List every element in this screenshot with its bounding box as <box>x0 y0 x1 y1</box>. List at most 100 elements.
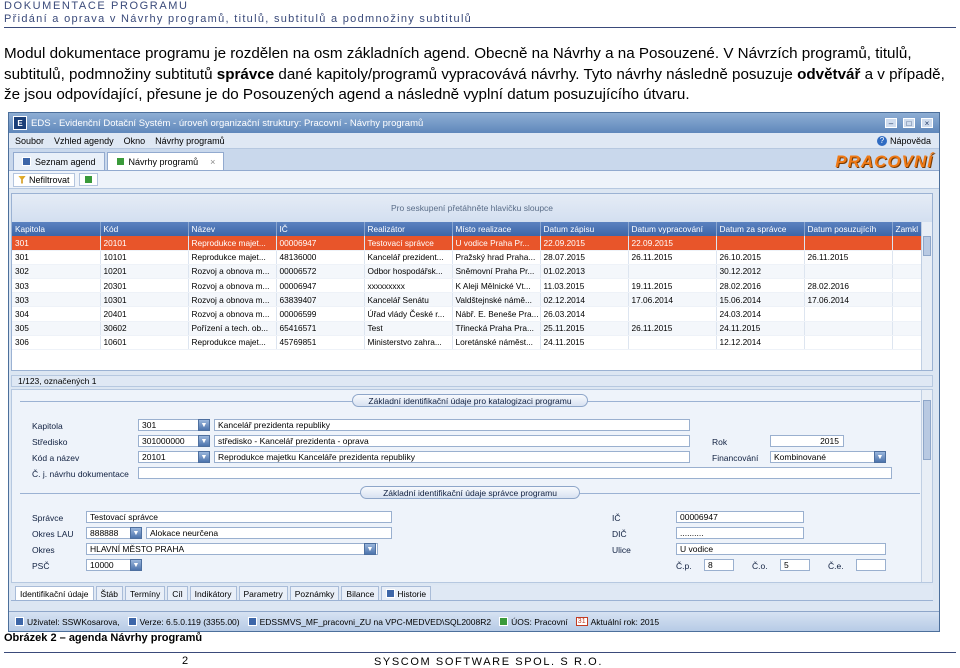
table-cell: Rozvoj a obnova m... <box>188 264 277 280</box>
status-uos: ÚOS: Pracovní <box>499 617 568 627</box>
help-menu[interactable]: ? Nápověda <box>876 135 939 146</box>
table-row[interactable]: 303 10301 Rozvoj a obnova m... 63839407 Kanc… <box>12 292 923 308</box>
cp-label: Č.p. <box>676 561 692 571</box>
menu-navrhy-programu[interactable]: Návrhy programů <box>155 136 225 146</box>
grid-scrollbar[interactable] <box>921 222 932 370</box>
column-header[interactable]: Název <box>188 222 277 236</box>
tab-historie[interactable]: Historie <box>381 586 432 600</box>
table-cell: 303 <box>12 278 101 294</box>
menu-okno[interactable]: Okno <box>124 136 146 146</box>
column-header[interactable]: IČ <box>276 222 365 236</box>
table-row[interactable]: 304 20401 Rozvoj a obnova m... 00006599 Úřad… <box>12 306 923 322</box>
financovani-select[interactable]: Kombinované <box>770 451 886 463</box>
table-cell: Test <box>364 321 453 336</box>
spravce-field[interactable]: Testovací správce <box>86 511 392 523</box>
column-header[interactable]: Realizátor <box>364 222 453 236</box>
co-field[interactable]: 5 <box>780 559 810 571</box>
column-header[interactable]: Datum za správce <box>716 222 805 236</box>
tab-close-icon[interactable]: × <box>210 157 215 167</box>
dropdown-icon[interactable]: ▼ <box>364 543 376 555</box>
tab-seznam-agend[interactable]: Seznam agend <box>13 152 105 170</box>
tab-cil[interactable]: Cíl <box>167 586 188 600</box>
dic-field[interactable]: .......... <box>676 527 804 539</box>
record-status: 1/123, označených 1 <box>11 375 933 387</box>
okres-lau-label: Okres LAU <box>32 529 74 539</box>
stredisko-name-field[interactable]: středisko - Kancelář prezidenta - oprava <box>214 435 690 447</box>
table-cell <box>892 306 923 322</box>
dropdown-icon[interactable]: ▼ <box>198 435 210 447</box>
table-cell <box>804 236 893 251</box>
table-cell: Rozvoj a obnova m... <box>188 306 277 322</box>
table-row[interactable]: 301 20101 Reprodukce majet... 00006947 Testo… <box>12 236 923 251</box>
rok-field[interactable]: 2015 <box>770 435 844 447</box>
scroll-thumb[interactable] <box>923 236 931 256</box>
table-cell <box>628 306 717 322</box>
table-cell: 20101 <box>100 236 189 251</box>
ce-field[interactable] <box>856 559 886 571</box>
kapitola-label: Kapitola <box>32 421 63 431</box>
dropdown-icon[interactable]: ▼ <box>198 419 210 431</box>
detail-scrollbar[interactable] <box>921 390 932 582</box>
stredisko-label: Středisko <box>32 437 68 447</box>
close-icon[interactable]: × <box>921 118 933 128</box>
header-title: DOKUMENTACE PROGRAMU <box>4 0 189 12</box>
dropdown-icon[interactable]: ▼ <box>198 451 210 463</box>
table-row[interactable]: 306 10601 Reprodukce majet... 45769851 Minis… <box>12 335 923 351</box>
column-header[interactable]: Datum zápisu <box>540 222 629 236</box>
tab-stab[interactable]: Štáb <box>95 586 124 600</box>
column-header[interactable]: Datum posuzujícíh <box>804 222 893 236</box>
cj-field[interactable] <box>138 467 892 479</box>
maximize-icon[interactable]: □ <box>903 118 915 128</box>
table-cell: 19.11.2015 <box>628 278 717 294</box>
table-cell: 20401 <box>100 306 189 322</box>
cp-field[interactable]: 8 <box>704 559 734 571</box>
menu-vzhled-agendy[interactable]: Vzhled agendy <box>54 136 114 146</box>
psc-label: PSČ <box>32 561 50 571</box>
star-icon <box>115 157 125 166</box>
column-header[interactable]: Datum vypracování <box>628 222 717 236</box>
group-panel[interactable]: Pro seskupení přetáhněte hlavičku sloupc… <box>12 194 932 222</box>
table-row[interactable]: 301 10101 Reprodukce majet... 48136000 Kance… <box>12 250 923 265</box>
table-cell: 12.12.2014 <box>716 335 805 351</box>
dropdown-icon[interactable]: ▼ <box>130 527 142 539</box>
tab-bilance[interactable]: Bilance <box>341 586 380 600</box>
dropdown-icon[interactable]: ▼ <box>874 451 886 463</box>
ico-field[interactable]: 00006947 <box>676 511 804 523</box>
table-cell <box>804 306 893 322</box>
tab-navrhy-programu[interactable]: Návrhy programů × <box>106 152 225 170</box>
table-cell: 30602 <box>100 321 189 336</box>
dropdown-icon[interactable]: ▼ <box>130 559 142 571</box>
co-label: Č.o. <box>752 561 768 571</box>
tab-identifikacni-udaje[interactable]: Identifikační údaje <box>15 586 94 600</box>
nefiltrovat-button[interactable]: Nefiltrovat <box>13 172 75 187</box>
tab-indikatory[interactable]: Indikátory <box>189 586 237 600</box>
scroll-thumb[interactable] <box>923 400 931 460</box>
kod-name-field[interactable]: Reprodukce majetku Kanceláře prezidenta … <box>214 451 690 463</box>
minimize-icon[interactable]: – <box>885 118 897 128</box>
column-header[interactable]: Kód <box>100 222 189 236</box>
okres-lau-name-field[interactable]: Alokace neurčena <box>146 527 392 539</box>
table-cell: 22.09.2015 <box>540 236 629 251</box>
okres-select[interactable]: HLAVNÍ MĚSTO PRAHA <box>86 543 378 555</box>
column-header[interactable]: Kapitola <box>12 222 101 236</box>
tab-poznamky[interactable]: Poznámky <box>289 586 340 600</box>
okres-label: Okres <box>32 545 55 555</box>
status-year: 31 Aktuální rok: 2015 <box>575 616 660 627</box>
ulice-label: Ulice <box>612 545 631 555</box>
column-header[interactable]: Místo realizace <box>452 222 541 236</box>
refresh-button[interactable] <box>78 173 98 186</box>
column-header[interactable]: Zamkl <box>892 222 923 236</box>
table-row[interactable]: 303 20301 Rozvoj a obnova m... 00006947 xxxx… <box>12 278 923 294</box>
tab-terminy[interactable]: Termíny <box>125 586 166 600</box>
ulice-field[interactable]: U vodice <box>676 543 886 555</box>
table-cell: 48136000 <box>276 250 365 265</box>
table-row[interactable]: 305 30602 Pořízení a tech. ob... 65416571 Te… <box>12 321 923 336</box>
menu-soubor[interactable]: Soubor <box>15 136 44 146</box>
data-grid: Pro seskupení přetáhněte hlavičku sloupc… <box>11 193 933 371</box>
table-cell: 301 <box>12 250 101 265</box>
table-cell <box>628 335 717 351</box>
tab-parametry[interactable]: Parametry <box>238 586 288 600</box>
table-cell: Reprodukce majet... <box>188 335 277 351</box>
table-row[interactable]: 302 10201 Rozvoj a obnova m... 00006572 Odbo… <box>12 264 923 280</box>
kapitola-name-field[interactable]: Kancelář prezidenta republiky <box>214 419 690 431</box>
